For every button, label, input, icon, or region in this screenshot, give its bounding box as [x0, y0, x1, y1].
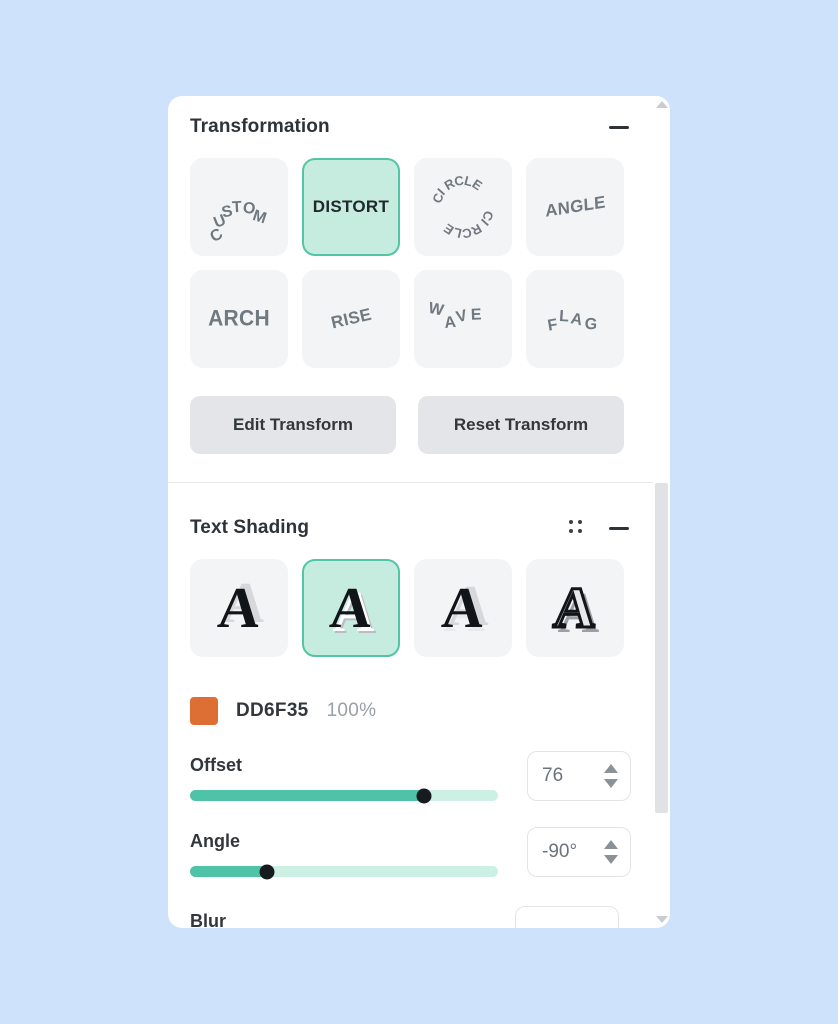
transformation-presets-row-1: C U S T O M DISTORT C I R C L E C I R C … — [168, 158, 653, 256]
angle-value[interactable]: -90° — [542, 841, 604, 863]
minimize-icon[interactable] — [609, 125, 629, 129]
preset-custom[interactable]: C U S T O M — [190, 158, 288, 256]
angle-stepper-arrows — [604, 840, 618, 864]
preset-rise-label: RISE — [328, 304, 373, 333]
scroll-down-arrow-icon[interactable] — [655, 916, 668, 923]
scrollbar-thumb[interactable] — [655, 483, 668, 813]
offset-row: Offset 76 — [168, 725, 653, 803]
angle-slider-fill — [190, 866, 267, 877]
angle-slider-group: Angle — [190, 831, 509, 879]
panel-scrollbar[interactable] — [653, 96, 670, 928]
preset-circle[interactable]: C I R C L E C I R C L E — [414, 158, 512, 256]
shading-glyph: A — [327, 575, 375, 640]
angle-slider-thumb[interactable] — [259, 864, 275, 879]
transformation-title: Transformation — [190, 116, 330, 137]
offset-slider-fill — [190, 790, 425, 801]
shading-option-4[interactable]: A — [526, 559, 624, 657]
section-divider — [168, 482, 653, 483]
preset-circle-artwork: C I R C L E C I R C L E — [429, 172, 497, 242]
panel-content: Transformation C U S T O M DISTORT C I R… — [168, 96, 653, 928]
drag-handle-icon[interactable] — [569, 520, 583, 536]
offset-slider-group: Offset — [190, 755, 509, 803]
preset-flag-artwork: F L A G — [546, 307, 598, 335]
color-swatch[interactable] — [190, 697, 218, 725]
preset-angle-label: ANGLE — [544, 192, 606, 221]
preset-wave[interactable]: W A V E — [414, 270, 512, 368]
offset-label: Offset — [190, 755, 243, 775]
transform-actions: Edit Transform Reset Transform — [168, 382, 653, 454]
preset-rise[interactable]: RISE — [302, 270, 400, 368]
shading-glyph: A — [439, 575, 487, 640]
shading-option-2[interactable]: A — [302, 559, 400, 657]
offset-slider[interactable] — [190, 788, 498, 803]
offset-slider-thumb[interactable] — [416, 788, 432, 803]
shading-option-3[interactable]: A — [414, 559, 512, 657]
angle-label: Angle — [190, 831, 241, 851]
edit-transform-button[interactable]: Edit Transform — [190, 396, 396, 454]
scroll-up-arrow-icon[interactable] — [655, 101, 668, 108]
increment-arrow-icon[interactable] — [604, 840, 618, 849]
color-opacity-value[interactable]: 100% — [327, 700, 377, 722]
text-shading-section-header: Text Shading — [168, 497, 653, 559]
preset-arch-label: ARCH — [208, 306, 270, 331]
offset-stepper-arrows — [604, 764, 618, 788]
shading-glyph: A — [215, 575, 263, 640]
preset-arch[interactable]: ARCH — [190, 270, 288, 368]
shading-color-row: DD6F35 100% — [168, 671, 653, 725]
angle-stepper[interactable]: -90° — [527, 827, 631, 877]
blur-stepper[interactable] — [515, 906, 619, 928]
preset-angle[interactable]: ANGLE — [526, 158, 624, 256]
preset-distort[interactable]: DISTORT — [302, 158, 400, 256]
angle-slider[interactable] — [190, 864, 498, 879]
transformation-header-tools — [609, 125, 629, 129]
shading-option-1[interactable]: A — [190, 559, 288, 657]
offset-value[interactable]: 76 — [542, 765, 604, 787]
transformation-presets-row-2: ARCH RISE W A V E F L A G — [168, 270, 653, 368]
text-effects-panel: Transformation C U S T O M DISTORT C I R… — [168, 96, 670, 928]
text-shading-header-tools — [569, 520, 629, 536]
angle-row: Angle -90° — [168, 801, 653, 879]
offset-stepper[interactable]: 76 — [527, 751, 631, 801]
transformation-section-header: Transformation — [168, 96, 653, 158]
blur-label: Blur — [190, 911, 226, 928]
reset-transform-button[interactable]: Reset Transform — [418, 396, 624, 454]
decrement-arrow-icon[interactable] — [604, 855, 618, 864]
preset-flag[interactable]: F L A G — [526, 270, 624, 368]
shading-glyph: A — [550, 574, 599, 642]
increment-arrow-icon[interactable] — [604, 764, 618, 773]
text-shading-title: Text Shading — [190, 517, 310, 538]
decrement-arrow-icon[interactable] — [604, 779, 618, 788]
preset-custom-artwork: C U S T O M — [207, 198, 269, 247]
preset-distort-label: DISTORT — [312, 197, 390, 216]
text-shading-options: A A A A — [168, 559, 653, 657]
color-hex-value[interactable]: DD6F35 — [236, 700, 309, 722]
preset-wave-artwork: W A V E — [426, 299, 482, 332]
minimize-icon[interactable] — [609, 526, 629, 530]
